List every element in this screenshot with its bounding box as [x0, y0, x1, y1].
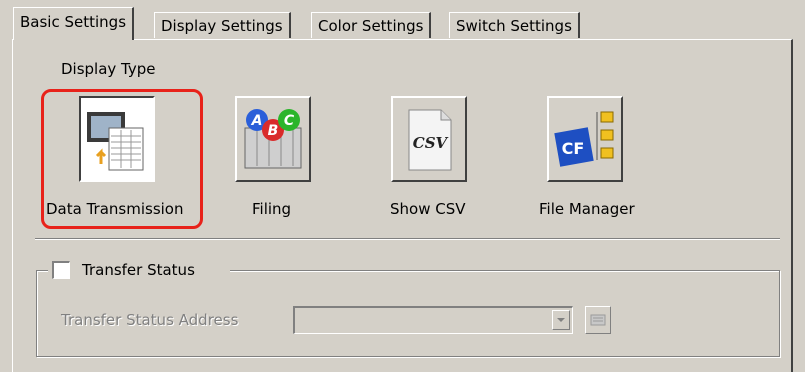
show-csv-button[interactable]: CSV [391, 96, 467, 182]
transfer-status-address-combo[interactable] [293, 306, 573, 334]
display-type-heading: Display Type [61, 60, 156, 78]
csv-icon-text: CSV [413, 134, 449, 152]
chevron-down-icon [557, 318, 565, 322]
transfer-status-address-label: Transfer Status Address [61, 311, 239, 329]
file-manager-label: File Manager [539, 200, 635, 218]
show-csv-label: Show CSV [390, 200, 466, 218]
selection-highlight [41, 89, 203, 229]
filing-letter-b: B [268, 123, 279, 139]
filing-letter-a: A [251, 113, 263, 129]
address-input-button[interactable] [585, 306, 611, 334]
filing-letter-c: C [284, 113, 295, 129]
file-manager-icon: CF [554, 111, 614, 167]
filing-button[interactable]: A B C [235, 96, 311, 182]
filing-label: Filing [252, 200, 292, 218]
file-manager-button[interactable]: CF [547, 96, 623, 182]
transfer-status-checkbox[interactable] [52, 261, 70, 279]
dropdown-button[interactable] [552, 310, 570, 330]
keypad-icon [590, 314, 606, 326]
filing-icon: A B C [244, 109, 302, 169]
separator-highlight [35, 239, 780, 240]
csv-file-icon: CSV [408, 109, 452, 171]
cf-icon-text: CF [562, 139, 585, 158]
transfer-status-label: Transfer Status [82, 261, 195, 279]
